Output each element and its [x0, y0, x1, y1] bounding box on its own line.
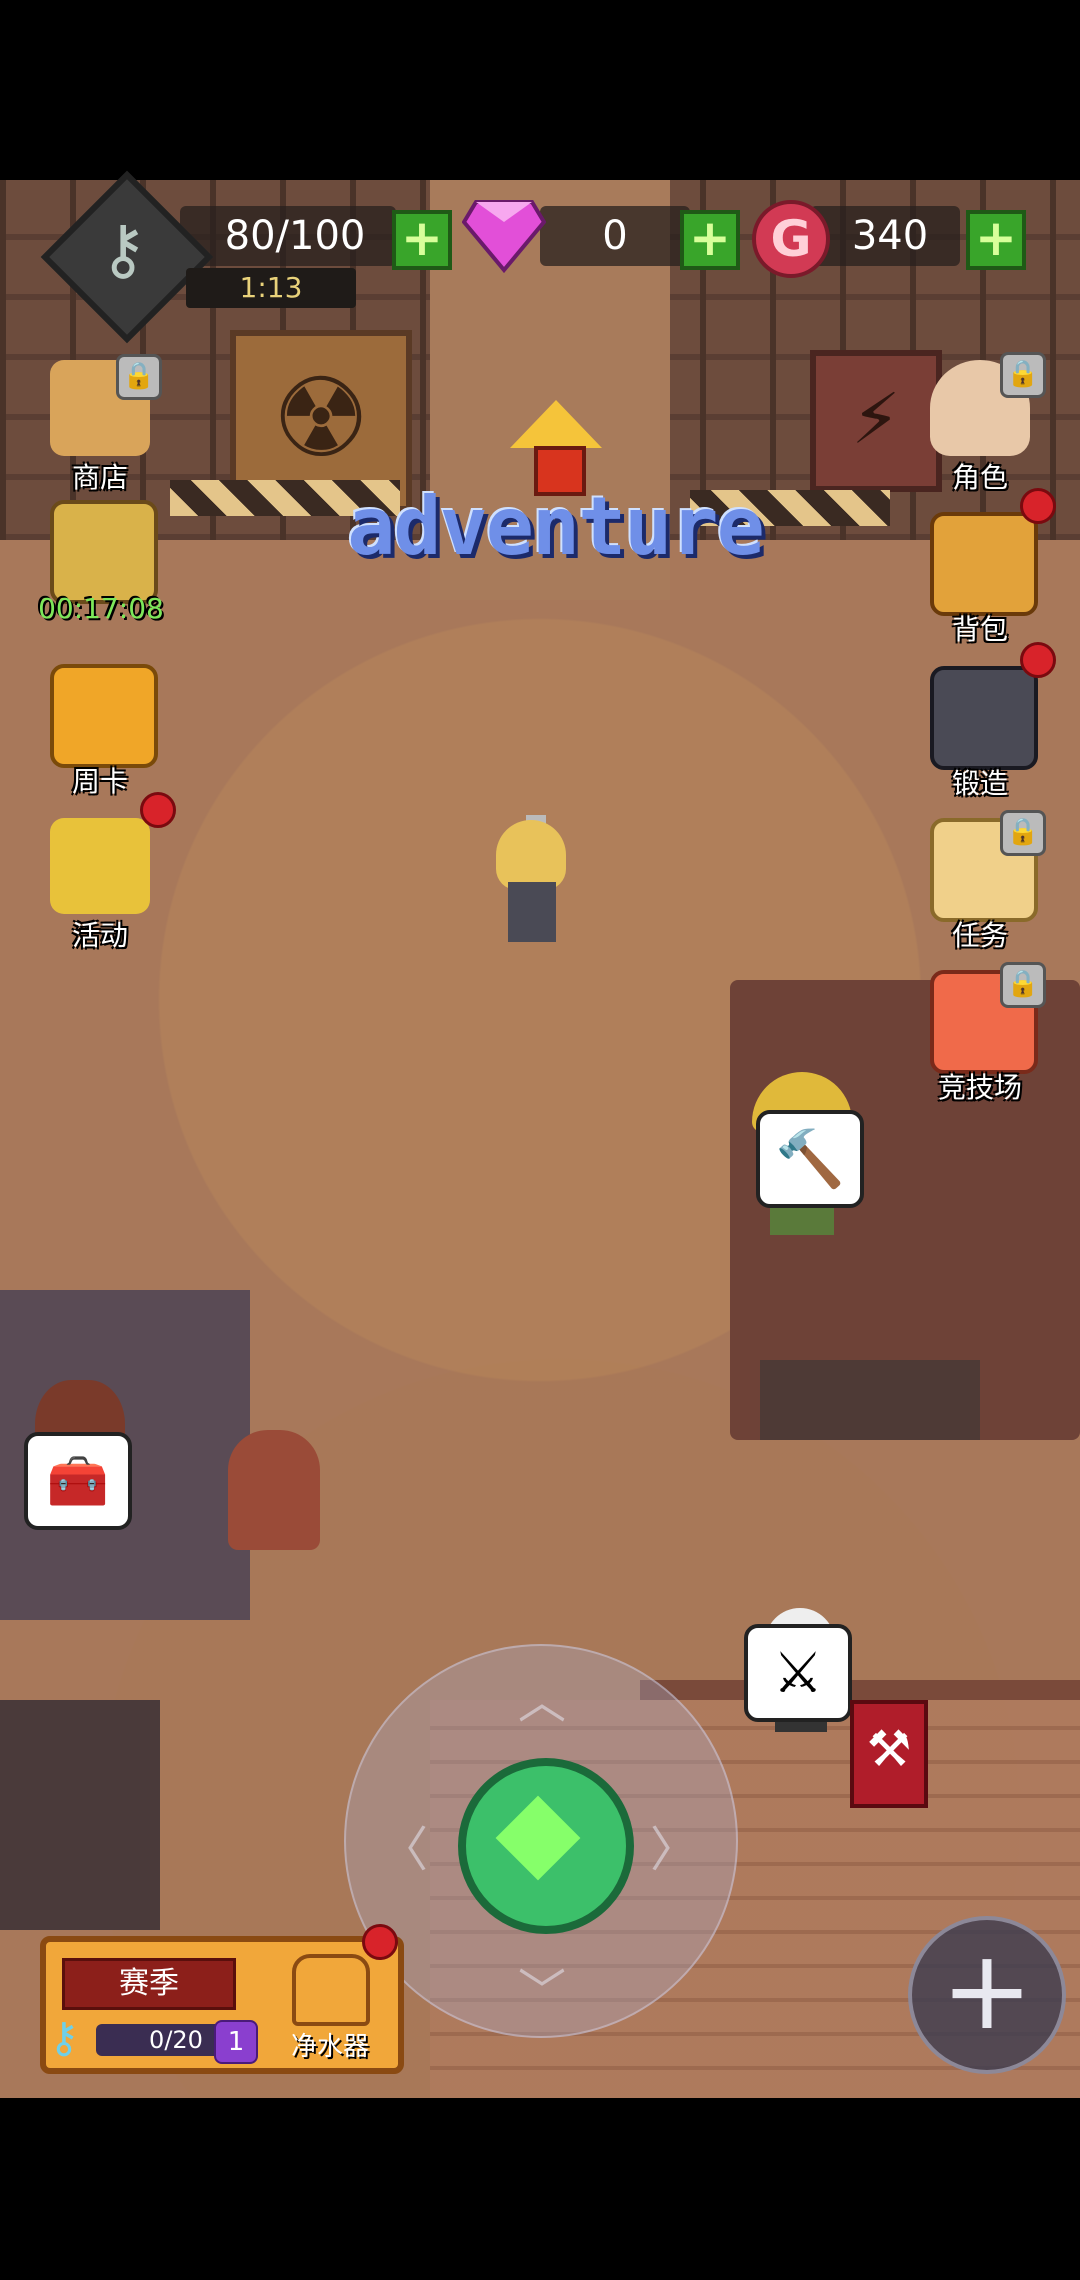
season-level-badge: 1: [214, 2020, 258, 2064]
chest-timer: 00:17:08: [38, 592, 164, 625]
shop-label: 商店: [71, 461, 128, 494]
crossed-swords-icon: ⚔: [772, 1640, 824, 1706]
forge-bubble[interactable]: 🔨: [756, 1110, 864, 1208]
lock-icon: 🔒: [116, 354, 162, 400]
forge-button[interactable]: 锻造: [920, 642, 1056, 800]
barrel: [228, 1430, 320, 1550]
backpack-icon: [930, 512, 1038, 616]
player-character: [496, 820, 566, 890]
adventure-label[interactable]: adventure: [330, 480, 780, 573]
backpack-button[interactable]: 背包: [920, 488, 1056, 646]
weekly-card-icon: [50, 664, 158, 768]
notification-dot: [1020, 642, 1056, 678]
events-label: 活动: [71, 919, 128, 952]
lock-icon: 🔒: [1000, 352, 1046, 398]
events-button[interactable]: 活动: [40, 792, 176, 952]
arena-button[interactable]: 🔒 竞技场: [920, 962, 1046, 1104]
gold-value: 340: [851, 213, 929, 259]
key-icon: ⚷: [48, 2013, 80, 2062]
tasks-button[interactable]: 🔒 任务: [920, 810, 1046, 952]
forge-anvil: [760, 1360, 980, 1440]
add-gems-button[interactable]: +: [680, 210, 740, 270]
arena-porch-roof: [640, 1680, 1080, 1700]
lock-icon: 🔒: [1000, 962, 1046, 1008]
shop-button[interactable]: 🔒 商店: [40, 354, 162, 494]
arena-label: 竞技场: [937, 1071, 1022, 1104]
chevron-down-icon: ﹀: [518, 1964, 567, 2020]
merchant-counter: [0, 1700, 160, 1930]
chest-bubble[interactable]: 🧰: [24, 1432, 132, 1530]
water-purifier-icon: [292, 1954, 370, 2026]
gem-value: 0: [602, 213, 628, 259]
energy-value: 80/100: [224, 213, 366, 259]
lock-icon: 🔒: [1000, 810, 1046, 856]
player-body: [508, 882, 556, 942]
tasks-label: 任务: [951, 919, 1008, 952]
attack-button[interactable]: +: [908, 1916, 1066, 2074]
chevron-left-icon: 〈: [380, 1822, 429, 1878]
hammer-icon: 🔨: [775, 1127, 845, 1192]
notification-dot: [1020, 488, 1056, 524]
purifier-label: 净水器: [290, 2032, 369, 2062]
energy-timer: 1:13: [186, 268, 356, 308]
add-gold-button[interactable]: +: [966, 210, 1026, 270]
g-coin-icon: G: [752, 200, 830, 278]
gem-icon: [462, 200, 546, 274]
add-energy-button[interactable]: +: [392, 210, 452, 270]
notification-dot: [362, 1924, 398, 1960]
key-icon: ⚷: [98, 211, 148, 288]
chest-icon: 🧰: [46, 1451, 110, 1510]
treasure-chest-icon: [50, 500, 158, 604]
hammer-icon: [930, 666, 1038, 770]
character-button[interactable]: 🔒 角色: [920, 352, 1046, 494]
notification-dot: [140, 792, 176, 828]
gift-icon: [50, 818, 150, 914]
up-arrow-icon: [510, 400, 602, 448]
forge-label: 锻造: [951, 767, 1008, 800]
season-title: 赛季: [62, 1958, 236, 2010]
pickaxe-icon: ⚒: [866, 1720, 912, 1778]
chevron-up-icon: ︿: [518, 1674, 567, 1730]
chevron-right-icon: 〉: [650, 1822, 699, 1878]
weekly-card-button[interactable]: 周卡: [40, 664, 160, 798]
arena-bubble[interactable]: ⚔: [744, 1624, 852, 1722]
arena-banner: ⚒: [850, 1700, 928, 1808]
